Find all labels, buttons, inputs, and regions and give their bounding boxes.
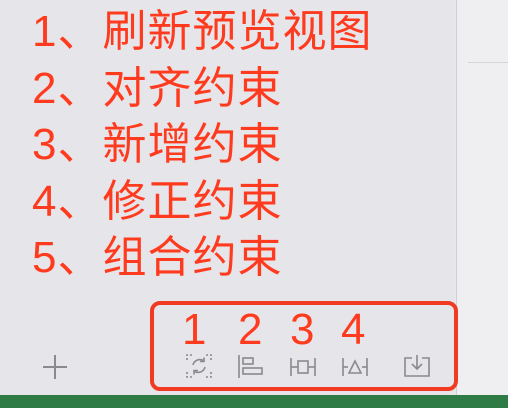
resolve-constraints-icon xyxy=(342,358,368,376)
toolbar-number-3: 3 xyxy=(290,305,315,354)
bottom-strip xyxy=(0,395,508,408)
divider xyxy=(468,62,508,63)
align-constraints-icon xyxy=(238,355,263,378)
toolbar-number-1: 1 xyxy=(182,305,207,354)
resolve-constraints-button[interactable] xyxy=(340,352,370,380)
refresh-preview-icon xyxy=(186,354,212,378)
add-button[interactable] xyxy=(40,352,70,382)
annotation-4: 4、修正约束 xyxy=(32,176,283,226)
toolbar-number-4: 4 xyxy=(341,305,366,354)
align-constraints-button[interactable] xyxy=(236,352,266,380)
annotation-1: 1、刷新预览视图 xyxy=(32,7,373,56)
annotation-3: 3、新增约束 xyxy=(32,120,283,169)
add-constraints-icon xyxy=(290,358,316,376)
embed-constraints-icon xyxy=(404,355,430,377)
annotation-list: 1、刷新预览视图 2、对齐约束 3、新增约束 4、修正约束 5、组合约束 xyxy=(32,4,372,287)
right-panel xyxy=(456,0,508,395)
embed-in-button[interactable] xyxy=(402,352,432,380)
refresh-preview-button[interactable] xyxy=(184,352,214,380)
annotation-5: 5、组合约束 xyxy=(32,233,283,282)
toolbar-number-2: 2 xyxy=(238,305,263,354)
add-constraints-button[interactable] xyxy=(288,352,318,380)
annotation-2: 2、对齐约束 xyxy=(32,63,283,113)
